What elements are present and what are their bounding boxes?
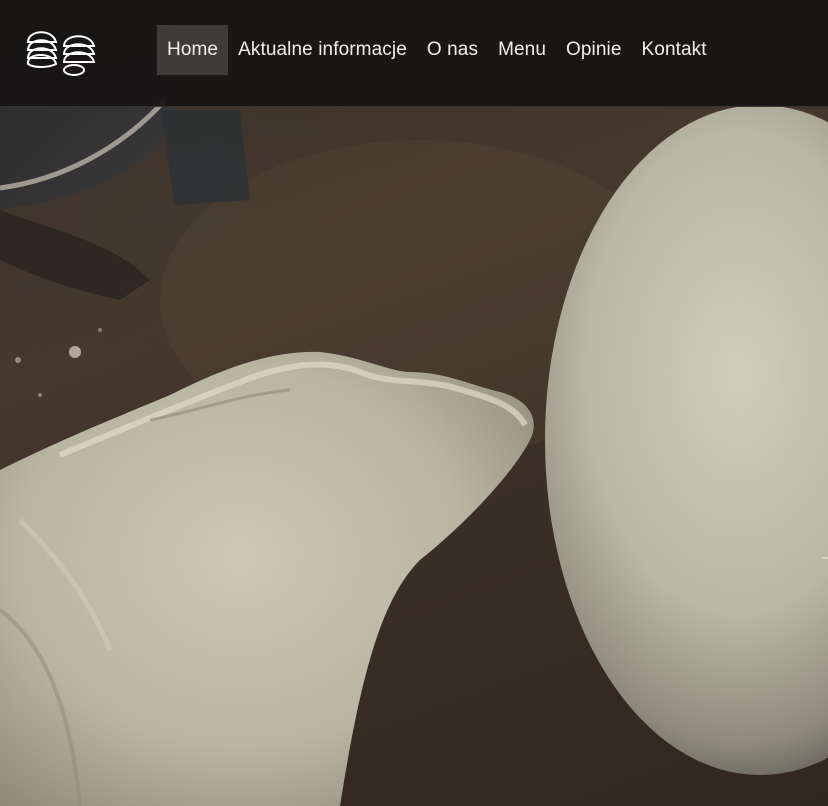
nav-item-o-nas[interactable]: O nas	[417, 25, 488, 75]
top-navbar: Home Aktualne informacje O nas Menu Opin…	[0, 0, 828, 107]
nav-item-opinie[interactable]: Opinie	[556, 25, 632, 75]
hero-photo	[0, 0, 828, 806]
main-navigation: Home Aktualne informacje O nas Menu Opin…	[157, 25, 717, 75]
nav-item-menu[interactable]: Menu	[488, 25, 556, 75]
nav-item-home[interactable]: Home	[157, 25, 229, 75]
page: Home Aktualne informacje O nas Menu Opin…	[0, 0, 828, 806]
slider-edge-indicator[interactable]	[822, 557, 828, 559]
nav-item-kontakt[interactable]: Kontakt	[632, 25, 717, 75]
pierogi-logo-icon[interactable]	[22, 20, 102, 80]
hero-background-image	[0, 0, 828, 806]
nav-item-aktualne-informacje[interactable]: Aktualne informacje	[228, 25, 417, 75]
